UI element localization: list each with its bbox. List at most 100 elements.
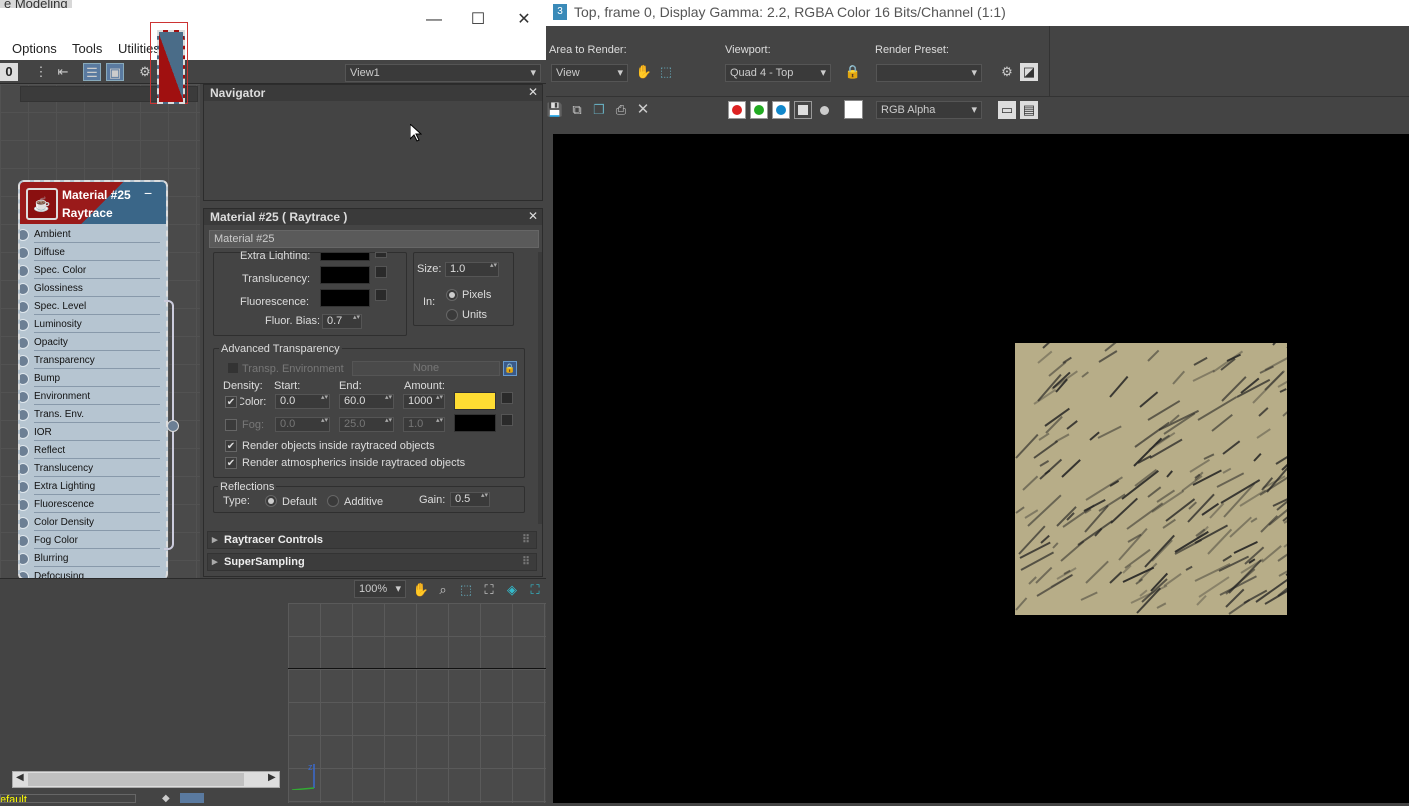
node-slot[interactable]: Reflect [20,442,166,460]
fog-checkbox[interactable] [225,419,237,431]
slot-socket[interactable] [20,409,29,421]
node-slot[interactable]: IOR [20,424,166,442]
slot-socket[interactable] [20,553,29,565]
node-slot[interactable]: Ambient [20,226,166,244]
color-start-spinner[interactable]: 0.0 [275,394,330,409]
zoom-extents-icon[interactable]: ⛶ [480,581,498,599]
reflection-default-radio[interactable] [265,495,277,507]
material-node[interactable]: ☕ Material #25 Raytrace − Ambient Diffuse… [18,180,168,580]
toggle-ui-icon[interactable]: ▤ [1020,101,1038,119]
environment-effects-icon[interactable]: ◪ [1020,63,1038,81]
node-slot[interactable]: Extra Lighting [20,478,166,496]
area-to-render-dropdown[interactable]: View [551,64,628,82]
render-preset-dropdown[interactable] [876,64,982,82]
extra-lighting-swatch[interactable] [320,252,370,261]
slot-socket[interactable] [20,463,29,475]
blue-channel-toggle[interactable] [772,101,790,119]
reflection-additive-radio[interactable] [327,495,339,507]
zoom-icon[interactable]: ⌕ [434,581,452,599]
node-collapse-icon[interactable]: − [144,185,152,201]
node-slot[interactable]: Fog Color [20,532,166,550]
node-slot[interactable]: Fluorescence [20,496,166,514]
fog-color-swatch[interactable] [454,414,496,432]
pan-hand-icon[interactable]: ✋ [412,581,430,599]
density-color-checkbox[interactable]: ✔ [225,396,237,408]
navigator-close-icon[interactable]: ✕ [528,85,538,99]
toggle-ui-overlay-icon[interactable]: ▭ [998,101,1016,119]
node-slot[interactable]: Opacity [20,334,166,352]
transp-env-map-button[interactable]: None [352,361,500,376]
slot-socket[interactable] [20,301,29,313]
slot-socket[interactable] [20,481,29,493]
red-channel-toggle[interactable] [728,101,746,119]
node-slot[interactable]: Environment [20,388,166,406]
color-end-spinner[interactable]: 60.0 [339,394,394,409]
rollout-supersampling[interactable]: SuperSampling [207,553,537,571]
pixels-radio[interactable] [446,289,458,301]
scrollbar-thumb[interactable] [28,773,244,786]
slot-socket[interactable] [20,373,29,385]
node-slot[interactable]: Diffuse [20,244,166,262]
node-slot[interactable]: Spec. Color [20,262,166,280]
node-slot[interactable]: Glossiness [20,280,166,298]
slot-socket[interactable] [20,283,29,295]
density-color-swatch[interactable] [454,392,496,410]
slot-socket[interactable] [20,427,29,439]
render-atmos-checkbox[interactable]: ✔ [225,457,237,469]
transp-env-checkbox[interactable] [227,362,239,374]
display-channel-dropdown[interactable]: RGB Alpha [876,101,982,119]
node-slot[interactable]: Color Density [20,514,166,532]
node-slot[interactable]: Bump [20,370,166,388]
zoom-dropdown[interactable]: 100% [354,580,406,598]
slot-socket[interactable] [20,445,29,457]
render-setup-icon[interactable]: ⚙ [998,63,1016,81]
fog-amount-spinner[interactable]: 1.0 [403,417,445,432]
node-output-socket[interactable] [167,420,179,432]
rollout-raytracer-controls[interactable]: Raytracer Controls [207,531,537,549]
node-slot[interactable]: Spec. Level [20,298,166,316]
clear-icon[interactable]: ✕ [634,101,652,119]
slot-socket[interactable] [20,355,29,367]
node-slot[interactable]: Luminosity [20,316,166,334]
zoom-extents-selected-icon[interactable]: ◈ [503,581,521,599]
menu-tools[interactable]: Tools [72,41,102,56]
scroll-right-icon[interactable]: ▶ [268,772,276,783]
auto-region-icon[interactable]: ⬚ [657,63,675,81]
clone-window-icon[interactable]: ❐ [590,101,608,119]
gain-spinner[interactable]: 0.5 [450,492,490,507]
material-panel-close-icon[interactable]: ✕ [528,209,538,223]
scroll-left-icon[interactable]: ◀ [16,772,24,783]
layer-tool-icon[interactable]: ◆ [162,793,170,804]
fog-start-spinner[interactable]: 0.0 [275,417,330,432]
lock-viewport-icon[interactable]: 🔒 [844,63,862,81]
close-button[interactable]: ✕ [510,10,538,30]
swatch-icon[interactable] [844,100,863,119]
lock-icon[interactable]: 🔒 [503,361,517,376]
layout-children-icon[interactable]: ⇤ [54,63,72,81]
monochrome-icon[interactable] [820,106,829,115]
node-slot[interactable]: Transparency [20,352,166,370]
slot-socket[interactable] [20,535,29,547]
density-color-map-button[interactable] [501,392,513,404]
extra-lighting-map-button[interactable] [375,252,387,258]
slot-socket[interactable] [20,391,29,403]
translucency-map-button[interactable] [375,266,387,278]
material-params-scrollbar[interactable] [538,252,542,524]
slot-socket[interactable] [20,517,29,529]
fluor-bias-spinner[interactable]: 0.7 [322,314,362,329]
alpha-channel-toggle[interactable] [794,101,812,119]
slot-socket[interactable] [20,229,29,241]
minimize-button[interactable]: — [420,10,448,30]
render-objects-checkbox[interactable]: ✔ [225,440,237,452]
wire-size-spinner[interactable]: 1.0 [445,262,499,277]
toggle-list-icon[interactable]: ☰ [83,63,101,81]
slot-socket[interactable] [20,247,29,259]
slot-socket[interactable] [20,265,29,277]
zoom-region-icon[interactable]: ⬚ [457,581,475,599]
layer-field[interactable] [0,794,136,803]
print-image-icon[interactable]: ⎙ [612,101,630,119]
green-channel-toggle[interactable] [750,101,768,119]
toggle-view-icon[interactable]: ⛶ [526,581,544,599]
slot-socket[interactable] [20,499,29,511]
viewport-dropdown[interactable]: Quad 4 - Top [725,64,831,82]
